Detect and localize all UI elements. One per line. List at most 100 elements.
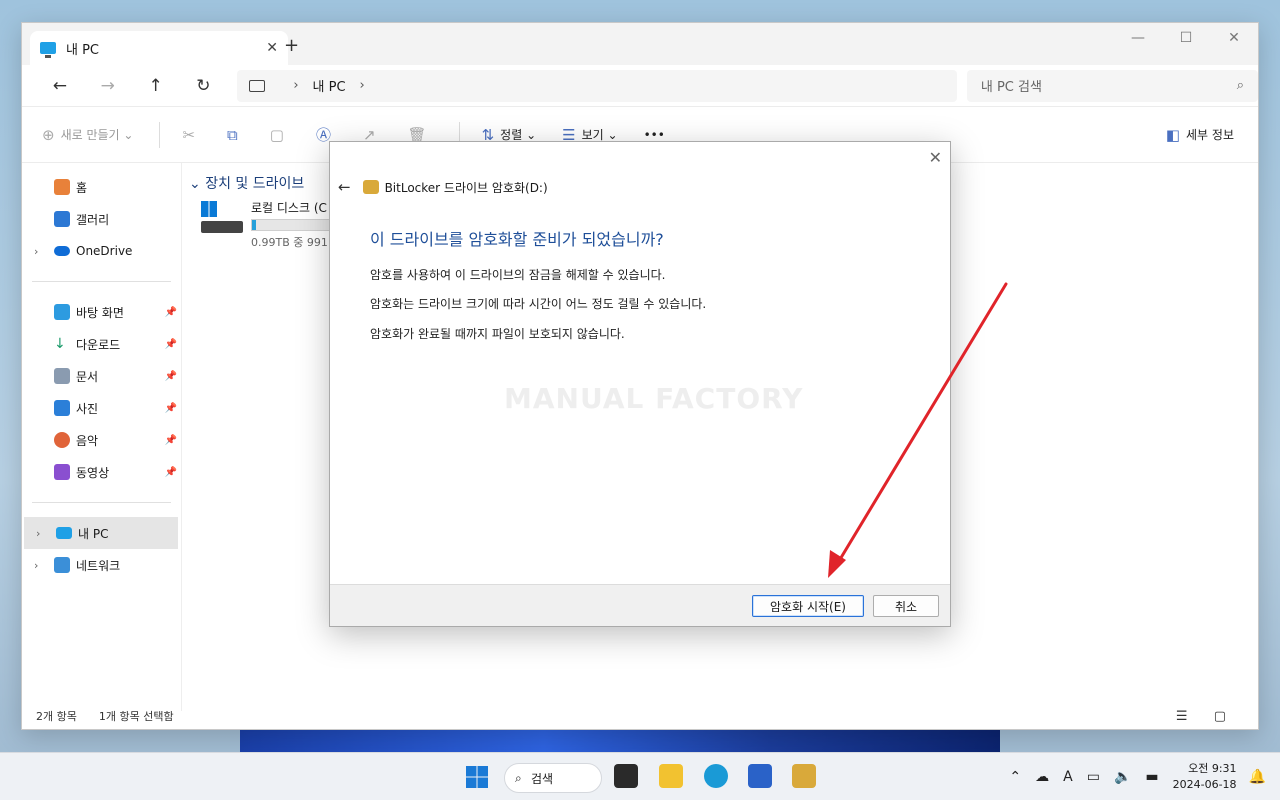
gallery-icon	[54, 211, 70, 227]
chevron-right-icon[interactable]: ›	[34, 559, 38, 572]
item-count: 2개 항목	[36, 710, 77, 723]
back-arrow-icon[interactable]: ←	[338, 178, 351, 196]
address-bar[interactable]: › 내 PC ›	[237, 69, 957, 102]
chevron-down-icon: ⌄	[603, 127, 618, 142]
sidebar-item-label: 문서	[76, 369, 99, 384]
sidebar-item-pictures[interactable]: 사진 📌	[22, 392, 181, 424]
pin-icon: 📌	[164, 338, 177, 350]
file-explorer-icon[interactable]	[659, 764, 683, 788]
ime-indicator[interactable]: A	[1063, 769, 1073, 785]
sidebar-item-label: 음악	[76, 433, 99, 448]
breadcrumb-this-pc[interactable]: 내 PC	[313, 76, 346, 95]
sidebar-item-home[interactable]: 홈	[22, 171, 181, 203]
drive-item[interactable]: 로컬 디스크 (C 0.99TB 중 991	[201, 199, 331, 250]
this-pc-icon	[40, 42, 56, 58]
refresh-icon[interactable]: ↻	[179, 76, 227, 96]
chevron-right-icon[interactable]: ›	[34, 245, 38, 258]
sidebar-item-label: 바탕 화면	[76, 305, 124, 320]
minimize-button[interactable]: —	[1114, 23, 1162, 53]
bitlocker-dialog: ✕ ← BitLocker 드라이브 암호화(D:) 이 드라이브를 암호화할 …	[329, 141, 951, 627]
close-window-button[interactable]: ✕	[1210, 23, 1258, 53]
sidebar-item-desktop[interactable]: 바탕 화면 📌	[22, 296, 181, 328]
network-status-icon[interactable]: ▭	[1087, 769, 1100, 785]
sidebar-item-label: 홈	[76, 180, 88, 195]
tab-title: 내 PC	[66, 42, 100, 58]
window-controls: — ☐ ✕	[1114, 23, 1258, 53]
more-icon: •••	[643, 127, 665, 142]
sidebar-item-network[interactable]: › 네트워크	[22, 549, 181, 581]
clock-date: 2024-06-18	[1172, 778, 1237, 791]
chevron-right-icon: ›	[293, 78, 299, 93]
divider	[32, 502, 171, 503]
edge-icon[interactable]	[704, 764, 728, 788]
search-input[interactable]: 내 PC 검색 ⌕	[966, 69, 1258, 102]
network-icon	[54, 557, 70, 573]
group-header[interactable]: ⌄ 장치 및 드라이브	[189, 173, 331, 193]
clock-time: 오전 9:31	[1188, 762, 1237, 775]
sidebar-item-onedrive[interactable]: › OneDrive	[22, 235, 181, 267]
chevron-right-icon[interactable]: ›	[36, 527, 40, 540]
plus-circle-icon: ⊕	[42, 125, 55, 144]
chevron-down-icon: ⌄	[522, 127, 537, 142]
sidebar-item-gallery[interactable]: 갤러리	[22, 203, 181, 235]
up-arrow-icon[interactable]: ↑	[132, 76, 180, 96]
details-view-icon[interactable]: ☰	[1176, 709, 1188, 724]
tab-bar: 내 PC ✕ + — ☐ ✕	[22, 23, 1258, 65]
back-arrow-icon[interactable]: ←	[36, 76, 84, 96]
paste-button[interactable]: ▢	[270, 126, 290, 144]
sidebar-item-documents[interactable]: 문서 📌	[22, 360, 181, 392]
sidebar-item-this-pc[interactable]: › 내 PC	[24, 517, 178, 549]
divider	[32, 281, 171, 282]
desktop-icon	[54, 304, 70, 320]
tab-close-icon[interactable]: ✕	[266, 40, 278, 56]
sidebar-item-label: 동영상	[76, 465, 110, 480]
maximize-button[interactable]: ☐	[1162, 23, 1210, 53]
drive-usage-bar	[251, 219, 331, 231]
details-label: 세부 정보	[1186, 128, 1234, 142]
sidebar-item-label: 갤러리	[76, 212, 110, 227]
bitlocker-key-icon	[362, 180, 379, 194]
pin-icon: 📌	[164, 434, 177, 446]
task-view-icon[interactable]	[614, 764, 638, 788]
drive-name: 로컬 디스크 (C	[251, 201, 327, 215]
pin-icon: 📌	[164, 306, 177, 318]
drive-icon	[201, 199, 243, 235]
chevron-right-icon[interactable]: ›	[360, 78, 365, 93]
tab-this-pc[interactable]: 내 PC ✕	[30, 31, 288, 65]
bitlocker-app-icon[interactable]	[792, 764, 816, 788]
store-icon[interactable]	[748, 764, 772, 788]
cut-button[interactable]: ✂	[182, 126, 201, 144]
scissors-icon: ✂	[182, 125, 196, 144]
start-button[interactable]	[466, 766, 488, 788]
new-button[interactable]: ⊕ 새로 만들기 ⌄	[42, 126, 133, 144]
home-icon	[54, 179, 70, 195]
dialog-line-2: 암호화는 드라이브 크기에 따라 시간이 어느 정도 걸릴 수 있습니다.	[370, 297, 707, 311]
dialog-header-title: BitLocker 드라이브 암호화(D:)	[384, 180, 548, 195]
taskbar-search-label: 검색	[531, 771, 554, 786]
music-icon	[54, 432, 70, 448]
cancel-button[interactable]: 취소	[873, 595, 939, 617]
close-icon[interactable]: ✕	[929, 148, 942, 167]
group-header-label: 장치 및 드라이브	[205, 176, 305, 192]
forward-arrow-icon[interactable]: →	[84, 76, 132, 96]
sidebar-item-videos[interactable]: 동영상 📌	[22, 456, 181, 488]
search-icon: ⌕	[515, 770, 522, 785]
dialog-line-1: 암호를 사용하여 이 드라이브의 잠금을 해제할 수 있습니다.	[370, 268, 666, 282]
details-pane-button[interactable]: ◧ 세부 정보	[1166, 126, 1234, 144]
onedrive-status-icon[interactable]: ☁	[1035, 769, 1049, 785]
chevron-up-icon[interactable]: ⌃	[1009, 769, 1021, 785]
notification-bell-icon[interactable]: 🔔	[1249, 769, 1266, 785]
taskbar-search[interactable]: ⌕ 검색	[504, 763, 602, 793]
start-encryption-button[interactable]: 암호화 시작(E)	[752, 595, 864, 617]
battery-icon[interactable]: ▬	[1145, 769, 1158, 785]
navigation-bar: ← → ↑ ↻ › 내 PC › 내 PC 검색 ⌕	[22, 65, 1258, 107]
tiles-view-icon[interactable]: ▢	[1214, 709, 1226, 724]
sidebar-item-music[interactable]: 음악 📌	[22, 424, 181, 456]
sidebar-item-downloads[interactable]: ↓ 다운로드 📌	[22, 328, 181, 360]
copy-button[interactable]: ⧉	[227, 126, 244, 144]
clock[interactable]: 오전 9:31 2024-06-18	[1173, 761, 1237, 793]
volume-icon[interactable]: 🔈	[1114, 769, 1131, 785]
new-tab-button[interactable]: +	[284, 35, 299, 56]
watermark: MANUAL FACTORY	[504, 382, 804, 415]
more-options-button[interactable]: •••	[644, 128, 665, 142]
